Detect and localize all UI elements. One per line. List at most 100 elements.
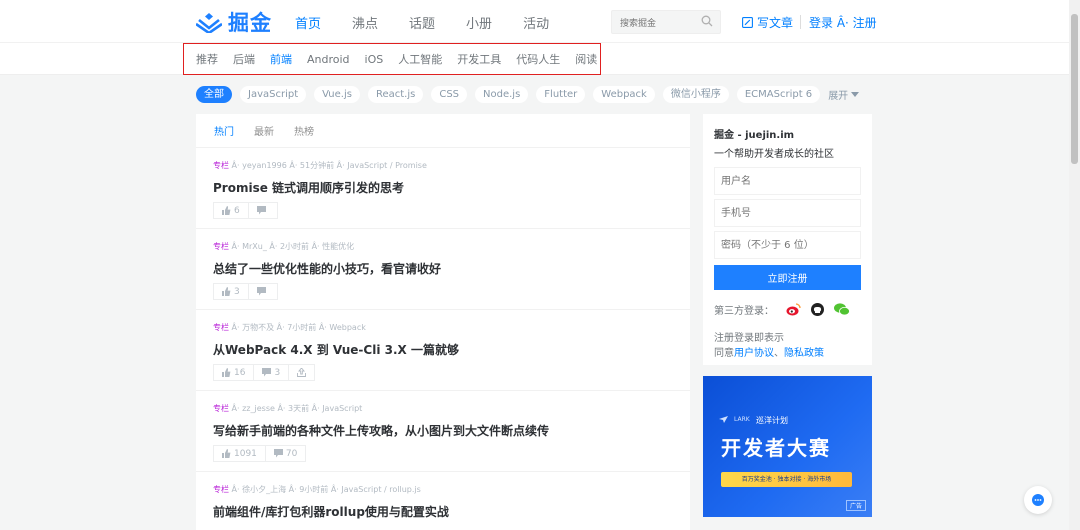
- nav-home[interactable]: 首页: [295, 13, 321, 32]
- expand-tags-label: 展开: [828, 91, 849, 102]
- page-scrollbar[interactable]: [1069, 0, 1080, 530]
- tab-hot[interactable]: 热门: [214, 123, 234, 138]
- search-box: [611, 10, 721, 35]
- category-android[interactable]: Android: [307, 53, 350, 66]
- comment-count: 70: [285, 448, 298, 459]
- scrollbar-thumb[interactable]: [1071, 14, 1078, 164]
- tag-all[interactable]: 全部: [196, 86, 232, 103]
- article-meta: 专栏 Â· MrXu_ Â· 2小时前 Â· 性能优化: [213, 241, 690, 252]
- top-header: 掘金 首页 沸点 话题 小册 活动 写文章 登录 Â· 注册: [0, 0, 1080, 43]
- comment-button[interactable]: [248, 283, 278, 300]
- terms-line: 注册登录即表示: [714, 333, 784, 344]
- article-category: 专栏: [213, 323, 229, 332]
- ad-headline: 开发者大赛: [721, 436, 831, 460]
- category-highlight-box: 推荐 后端 前端 Android iOS 人工智能 开发工具 代码人生 阅读: [183, 43, 601, 75]
- register-button[interactable]: 立即注册: [714, 265, 861, 290]
- like-count: 1091: [234, 448, 257, 459]
- article-meta: 专栏 Â· 徐小夕_上海 Â· 9小时前 Â· JavaScript / rol…: [213, 484, 690, 495]
- comment-button[interactable]: [248, 202, 278, 219]
- phone-field[interactable]: [714, 199, 861, 227]
- thumbs-up-icon: [222, 368, 231, 377]
- nav-events[interactable]: 活动: [523, 13, 549, 32]
- nav-topics[interactable]: 话题: [409, 13, 435, 32]
- thumbs-up-icon: [222, 206, 231, 215]
- category-reading[interactable]: 阅读: [575, 51, 597, 67]
- article-meta-text: Â· 万物不及 Â· 7小时前 Â· Webpack: [229, 323, 366, 332]
- tag-flutter[interactable]: Flutter: [536, 86, 586, 103]
- article-meta-text: Â· MrXu_ Â· 2小时前 Â· 性能优化: [229, 242, 355, 251]
- like-count: 16: [234, 367, 246, 378]
- category-backend[interactable]: 后端: [233, 51, 255, 67]
- category-code-life[interactable]: 代码人生: [516, 51, 560, 67]
- nav-books[interactable]: 小册: [466, 13, 492, 32]
- tag-webpack[interactable]: Webpack: [593, 86, 655, 103]
- category-recommend[interactable]: 推荐: [196, 51, 218, 67]
- tag-filter-bar: 全部 JavaScript Vue.js React.js CSS Node.j…: [196, 86, 860, 103]
- like-count: 6: [234, 205, 240, 216]
- nav-pins[interactable]: 沸点: [352, 13, 378, 32]
- ad-badge: 广告: [845, 500, 866, 511]
- article-meta: 专栏 Â· zz_jesse Â· 3天前 Â· JavaScript: [213, 403, 690, 414]
- username-field[interactable]: [714, 167, 861, 195]
- password-field[interactable]: [714, 231, 861, 259]
- article-item[interactable]: 专栏 Â· MrXu_ Â· 2小时前 Â· 性能优化 总结了一些优化性能的小技…: [196, 229, 690, 310]
- article-meta-text: Â· 徐小夕_上海 Â· 9小时前 Â· JavaScript / rollup…: [229, 485, 421, 494]
- github-icon[interactable]: [811, 303, 824, 316]
- advertisement-banner[interactable]: LARK 巡洋计划 开发者大赛 百万奖金池 · 独本对接 · 海外市场 广告: [703, 376, 872, 517]
- comment-button[interactable]: 70: [265, 445, 307, 462]
- like-button[interactable]: 16: [213, 364, 255, 381]
- share-icon: [297, 368, 307, 377]
- write-article-label: 写文章: [757, 16, 794, 30]
- tab-latest[interactable]: 最新: [254, 123, 274, 138]
- tag-javascript[interactable]: JavaScript: [240, 86, 307, 103]
- lark-logo-icon: [719, 416, 728, 423]
- article-feed: 热门 最新 热榜 专栏 Â· yeyan1996 Â· 51分钟前 Â· Jav…: [196, 114, 690, 530]
- article-item[interactable]: 专栏 Â· 万物不及 Â· 7小时前 Â· Webpack 从WebPack 4…: [196, 310, 690, 391]
- comment-button[interactable]: 3: [254, 364, 290, 381]
- juejin-logo-icon: [196, 13, 222, 33]
- privacy-policy-link[interactable]: 隐私政策: [784, 348, 824, 359]
- tag-node[interactable]: Node.js: [475, 86, 529, 103]
- article-title[interactable]: 总结了一些优化性能的小技巧，看官请收好: [213, 260, 690, 277]
- ad-brand: LARK: [719, 416, 750, 423]
- write-article-button[interactable]: 写文章: [742, 14, 793, 31]
- terms-separator: 、: [774, 348, 784, 359]
- article-item[interactable]: 专栏 Â· zz_jesse Â· 3天前 Â· JavaScript 写给新手…: [196, 391, 690, 472]
- tab-ranking[interactable]: 热榜: [294, 123, 314, 138]
- comment-icon: [256, 287, 266, 296]
- tag-vue[interactable]: Vue.js: [314, 86, 360, 103]
- feedback-float-button[interactable]: [1024, 486, 1052, 514]
- article-title[interactable]: 写给新手前端的各种文件上传攻略，从小图片到大文件断点续传: [213, 422, 690, 439]
- category-frontend[interactable]: 前端: [270, 51, 292, 67]
- weibo-icon[interactable]: [786, 303, 801, 316]
- article-title[interactable]: Promise 链式调用顺序引发的思考: [213, 179, 690, 196]
- like-button[interactable]: 1091: [213, 445, 266, 462]
- search-icon[interactable]: [701, 15, 713, 27]
- wechat-icon[interactable]: [834, 303, 850, 316]
- article-category: 专栏: [213, 161, 229, 170]
- category-ios[interactable]: iOS: [365, 53, 384, 66]
- tag-react[interactable]: React.js: [367, 86, 424, 103]
- like-button[interactable]: 3: [213, 283, 249, 300]
- like-count: 3: [234, 286, 240, 297]
- caret-down-icon: [851, 91, 860, 97]
- logo-text: 掘金: [228, 11, 272, 35]
- category-ai[interactable]: 人工智能: [398, 51, 442, 67]
- tag-es6[interactable]: ECMAScript 6: [736, 86, 821, 103]
- tag-miniprogram[interactable]: 微信小程序: [662, 86, 729, 103]
- article-title[interactable]: 从WebPack 4.X 到 Vue-Cli 3.X 一篇就够: [213, 341, 690, 358]
- article-item[interactable]: 专栏 Â· 徐小夕_上海 Â· 9小时前 Â· JavaScript / rol…: [196, 472, 690, 530]
- tag-css[interactable]: CSS: [431, 86, 468, 103]
- search-input[interactable]: [612, 13, 698, 35]
- article-title[interactable]: 前端组件/库打包利器rollup使用与配置实战: [213, 503, 690, 520]
- article-meta-text: Â· yeyan1996 Â· 51分钟前 Â· JavaScript / Pr…: [229, 161, 427, 170]
- ad-ribbon: 百万奖金池 · 独本对接 · 海外市场: [721, 472, 852, 487]
- article-item[interactable]: 专栏 Â· yeyan1996 Â· 51分钟前 Â· JavaScript /…: [196, 148, 690, 229]
- user-agreement-link[interactable]: 用户协议: [734, 348, 774, 359]
- share-button[interactable]: [289, 364, 316, 381]
- login-register-link[interactable]: 登录 Â· 注册: [809, 14, 877, 31]
- expand-tags-button[interactable]: 展开: [828, 87, 860, 102]
- like-button[interactable]: 6: [213, 202, 249, 219]
- logo[interactable]: 掘金: [196, 7, 272, 37]
- category-devtools[interactable]: 开发工具: [457, 51, 501, 67]
